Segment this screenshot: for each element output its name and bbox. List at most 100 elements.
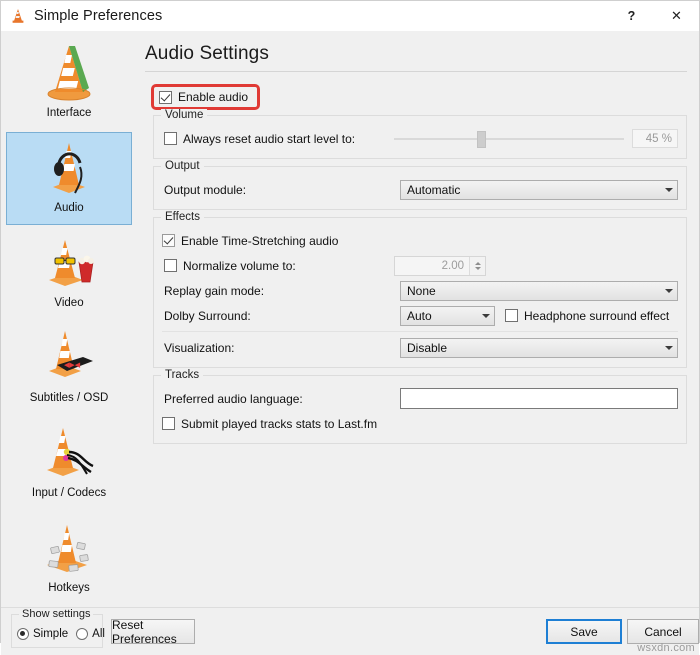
headphone-surround-checkbox[interactable] — [505, 309, 518, 322]
enable-audio-checkbox[interactable] — [159, 90, 172, 104]
radio-simple-label: Simple — [33, 627, 69, 640]
save-button[interactable]: Save — [546, 619, 622, 644]
effects-group-title: Effects — [161, 211, 204, 224]
window-title: Simple Preferences — [34, 8, 163, 24]
audio-settings-pane: Audio Settings Enable audio Volume Alway… — [137, 31, 699, 607]
title-separator — [145, 71, 687, 72]
title-bar: Simple Preferences ? ✕ — [1, 1, 699, 31]
visualization-row: Visualization: Disable — [162, 337, 678, 358]
preferred-language-label: Preferred audio language: — [164, 391, 303, 406]
visualization-label: Visualization: — [164, 340, 235, 355]
preferred-language-input[interactable] — [400, 388, 678, 409]
volume-slider[interactable] — [394, 130, 624, 148]
sidebar-item-interface[interactable]: Interface — [6, 37, 132, 130]
close-icon[interactable]: ✕ — [654, 1, 699, 31]
replay-gain-label: Replay gain mode: — [164, 283, 265, 298]
vlc-cone-marquee-icon: ◀▶◀ — [37, 327, 101, 389]
dolby-surround-row: Dolby Surround: Auto Headphone surround … — [162, 305, 678, 326]
lastfm-checkbox[interactable] — [162, 417, 175, 430]
watermark: wsxdn.com — [637, 642, 695, 654]
titlebar-buttons: ? ✕ — [609, 1, 699, 31]
sidebar-item-hotkeys[interactable]: Hotkeys — [6, 512, 132, 605]
output-group-title: Output — [161, 160, 204, 173]
sidebar-item-subtitles-osd[interactable]: ◀▶◀ Subtitles / OSD — [6, 322, 132, 415]
chevron-down-icon — [482, 313, 490, 318]
sidebar-item-audio[interactable]: Audio — [6, 132, 132, 225]
sidebar-item-label: Video — [54, 297, 84, 309]
slider-handle[interactable] — [476, 130, 486, 148]
enable-audio-label: Enable audio — [178, 90, 249, 104]
output-module-label: Output module: — [164, 182, 247, 197]
show-settings-title: Show settings — [19, 608, 94, 621]
sidebar-item-label: Interface — [46, 107, 92, 119]
replay-gain-row: Replay gain mode: None — [162, 280, 678, 301]
replay-gain-value: None — [407, 283, 436, 298]
time-stretch-checkbox[interactable] — [162, 234, 175, 247]
spinner-buttons[interactable] — [469, 256, 485, 275]
dolby-surround-value: Auto — [407, 308, 432, 323]
visualization-select[interactable]: Disable — [400, 337, 678, 358]
help-button[interactable]: ? — [609, 1, 654, 31]
normalize-spinner[interactable]: 2.00 — [394, 255, 486, 276]
chevron-down-icon — [665, 288, 673, 293]
reset-preferences-button[interactable]: Reset Preferences — [111, 618, 195, 646]
always-reset-checkbox[interactable] — [164, 132, 177, 145]
chevron-down-icon — [665, 345, 673, 350]
dolby-surround-label: Dolby Surround: — [164, 308, 251, 323]
sidebar-item-label: Subtitles / OSD — [29, 392, 109, 404]
output-module-row: Output module: Automatic — [162, 179, 678, 200]
preferred-language-row: Preferred audio language: — [162, 388, 678, 409]
headphone-surround-label: Headphone surround effect — [524, 308, 670, 323]
normalize-value: 2.00 — [441, 259, 464, 272]
dolby-surround-select[interactable]: Auto — [400, 305, 495, 326]
effects-group: Effects Enable Time-Stretching audio Nor… — [153, 211, 687, 368]
radio-all-indicator[interactable] — [76, 627, 89, 640]
replay-gain-select[interactable]: None — [400, 280, 678, 301]
normalize-checkbox[interactable] — [164, 259, 177, 272]
volume-group-title: Volume — [161, 109, 208, 122]
sidebar-item-label: Input / Codecs — [31, 487, 107, 499]
radio-all[interactable]: All — [76, 627, 105, 640]
dialog-body: Interface Audio Video ◀▶◀ Subtitles / OS… — [1, 31, 699, 607]
radio-simple-indicator[interactable] — [17, 627, 29, 640]
output-module-select[interactable]: Automatic — [400, 179, 678, 200]
always-reset-labelgroup[interactable]: Always reset audio start level to: — [162, 132, 394, 146]
slider-track — [394, 137, 624, 140]
normalize-labelgroup[interactable]: Normalize volume to: — [162, 259, 394, 273]
visualization-value: Disable — [407, 340, 448, 355]
page-title: Audio Settings — [145, 43, 269, 64]
volume-percent-value: 45 % — [632, 129, 678, 148]
headphone-surround-row[interactable]: Headphone surround effect — [505, 309, 669, 323]
sidebar-item-input-codecs[interactable]: Input / Codecs — [6, 417, 132, 510]
enable-audio-row[interactable]: Enable audio — [151, 84, 261, 110]
sidebar-item-video[interactable]: Video — [6, 227, 132, 320]
sidebar-item-label: Audio — [54, 202, 84, 214]
output-module-value: Automatic — [407, 182, 461, 197]
vlc-cone-glasses-popcorn-icon — [37, 232, 101, 294]
vlc-cone-plain-icon — [37, 42, 101, 104]
spinner-up-icon[interactable] — [474, 261, 481, 265]
time-stretch-row[interactable]: Enable Time-Stretching audio — [162, 230, 678, 251]
normalize-row: Normalize volume to: 2.00 — [162, 255, 678, 276]
always-reset-row: Always reset audio start level to: 45 % — [162, 128, 678, 149]
radio-simple[interactable]: Simple — [17, 627, 69, 640]
chevron-down-icon — [665, 187, 673, 192]
normalize-label: Normalize volume to: — [183, 258, 296, 273]
lastfm-row[interactable]: Submit played tracks stats to Last.fm — [162, 413, 678, 434]
always-reset-label: Always reset audio start level to: — [183, 131, 356, 146]
cancel-button[interactable]: Cancel — [627, 619, 699, 644]
svg-text:◀▶◀: ◀▶◀ — [64, 361, 81, 369]
vlc-cone-headphones-icon — [37, 137, 101, 199]
spinner-down-icon[interactable] — [474, 266, 481, 270]
tracks-group-title: Tracks — [161, 369, 204, 382]
vlc-cone-keys-icon — [37, 517, 101, 579]
dialog-footer: Show settings Simple All Reset Preferenc… — [1, 607, 699, 655]
vlc-cone-cables-icon — [37, 422, 101, 484]
vlc-cone-icon — [9, 8, 27, 24]
time-stretch-label: Enable Time-Stretching audio — [181, 233, 339, 248]
tracks-group: Tracks Preferred audio language: Submit … — [153, 369, 687, 444]
radio-all-label: All — [92, 627, 105, 640]
volume-group: Volume Always reset audio start level to… — [153, 109, 687, 159]
effects-separator — [162, 331, 678, 332]
lastfm-label: Submit played tracks stats to Last.fm — [181, 416, 378, 431]
